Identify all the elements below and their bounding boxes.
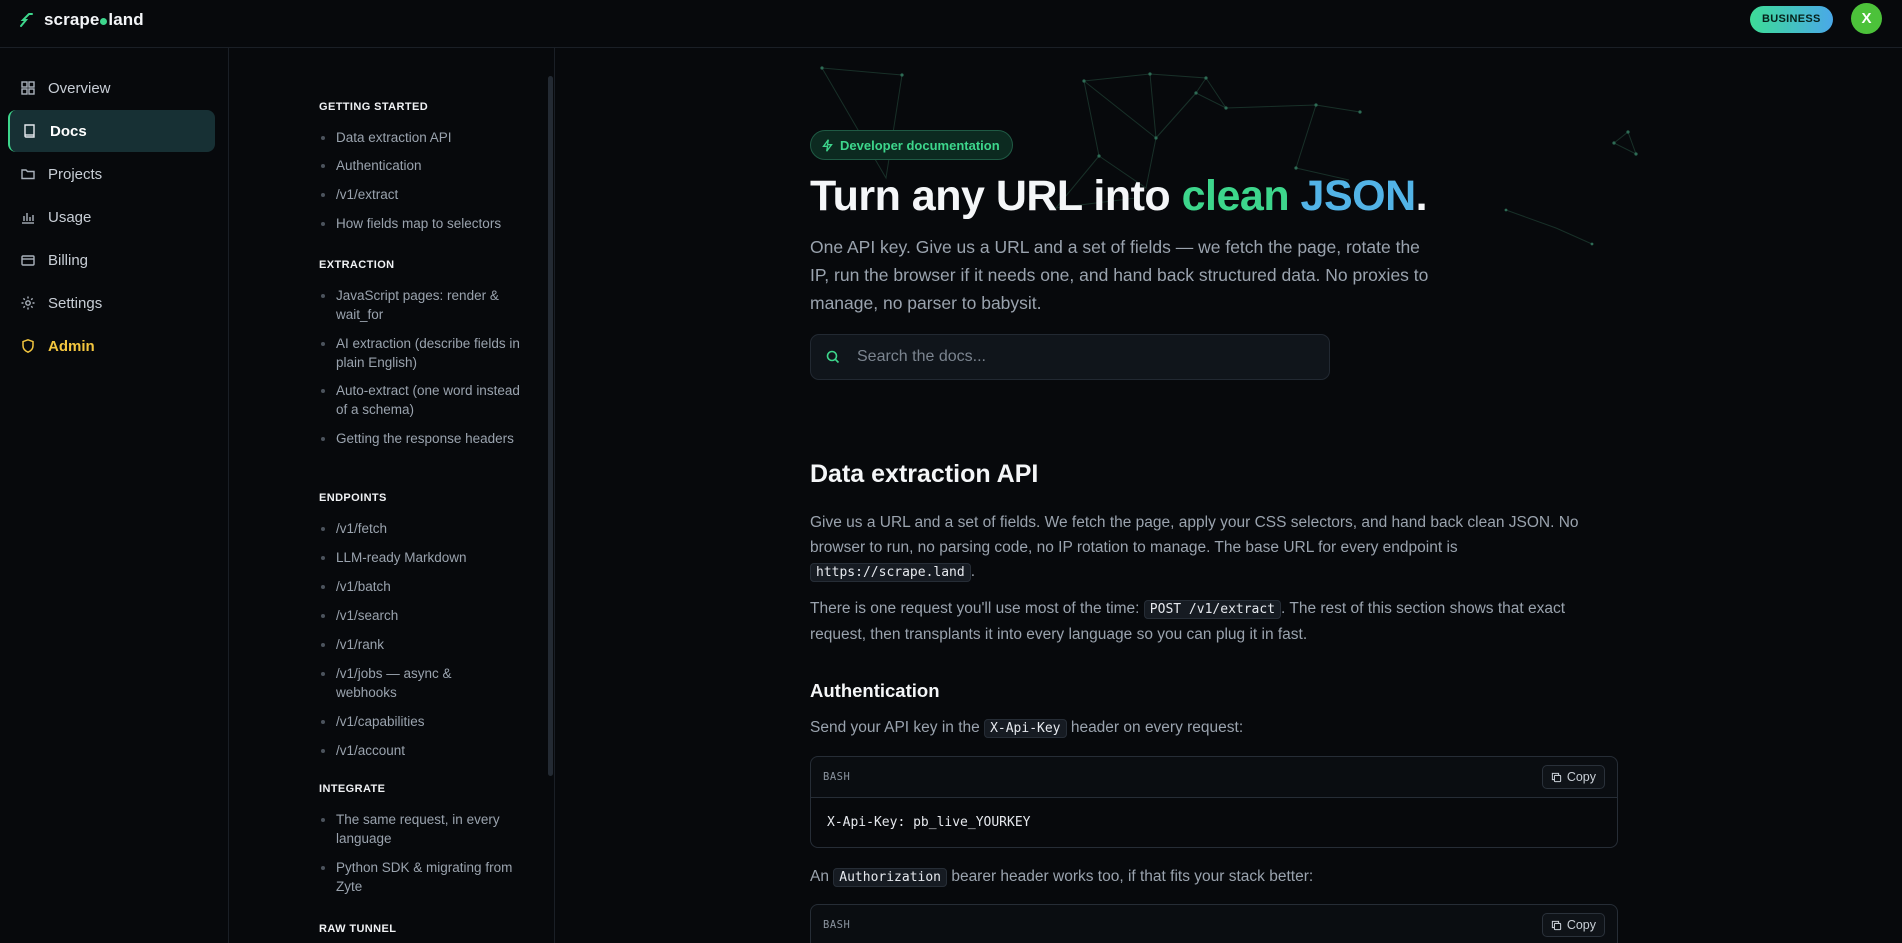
- shield-icon: [22, 339, 34, 354]
- text: Send your API key in the: [810, 719, 985, 736]
- search-input[interactable]: [857, 348, 1297, 366]
- gear-icon: [21, 296, 35, 310]
- bar-chart-icon: [22, 213, 34, 224]
- copy-icon: [1551, 772, 1561, 782]
- code-content: X-Api-Key: pb_live_YOURKEY: [811, 797, 1617, 847]
- toc-item[interactable]: /v1/account: [319, 741, 529, 760]
- brand-logo[interactable]: scrape land: [18, 10, 144, 30]
- sidebar-item-label: Admin: [48, 337, 95, 355]
- toc-item[interactable]: LLM-ready Markdown: [319, 548, 529, 567]
- sidebar-item-label: Docs: [50, 122, 87, 140]
- sidebar-item-admin[interactable]: Admin: [8, 325, 215, 367]
- inline-code: POST /v1/extract: [1143, 600, 1282, 619]
- search-icon: [826, 350, 840, 364]
- title-start: Turn any URL into: [810, 172, 1182, 220]
- toc-item[interactable]: Data extraction API: [319, 128, 529, 147]
- toc-item[interactable]: /v1/extract: [319, 185, 529, 204]
- code-block: BASH Copy: [810, 904, 1618, 943]
- code-block-header: BASH Copy: [811, 905, 1617, 943]
- sidebar-item-label: Projects: [48, 165, 103, 183]
- toc-item[interactable]: /v1/rank: [319, 635, 529, 654]
- sidebar-item-label: Overview: [48, 79, 111, 97]
- grid-icon: [21, 81, 35, 95]
- code-block-header: BASH Copy: [811, 757, 1617, 797]
- toc-item[interactable]: Python SDK & migrating from Zyte: [319, 858, 529, 896]
- book-icon: [24, 124, 35, 138]
- text: There is one request you'll use most of …: [810, 600, 1144, 617]
- user-avatar[interactable]: X: [1851, 3, 1882, 34]
- copy-label: Copy: [1566, 770, 1596, 784]
- brand-name: scrape land: [44, 10, 144, 30]
- toc-section-title: EXTRACTION: [319, 259, 395, 271]
- docs-badge: Developer documentation: [810, 130, 1013, 160]
- inline-code: Authorization: [833, 868, 948, 887]
- toc-item[interactable]: The same request, in every language: [319, 810, 529, 848]
- top-bar: scrape land BUSINESS X: [0, 0, 1902, 48]
- toc-section-title: GETTING STARTED: [319, 101, 429, 113]
- sidebar: Overview Docs Projects Usage Billing Set…: [0, 48, 229, 943]
- logo-mark-icon: [20, 13, 33, 27]
- toc-item[interactable]: Getting the response headers: [319, 429, 529, 448]
- brand-name-part1: scrape: [44, 10, 100, 29]
- sidebar-item-label: Billing: [48, 251, 89, 269]
- sidebar-item-label: Usage: [48, 208, 92, 226]
- copy-label: Copy: [1566, 918, 1596, 932]
- copy-button[interactable]: Copy: [1541, 765, 1605, 789]
- inline-code: X-Api-Key: [984, 719, 1067, 738]
- toc-scrollbar[interactable]: [548, 76, 553, 776]
- copy-icon: [1551, 920, 1561, 930]
- text: bearer header works too, if that fits yo…: [947, 868, 1314, 885]
- folder-icon: [21, 169, 35, 180]
- docs-toc: GETTING STARTED Data extraction API Auth…: [230, 48, 555, 943]
- sidebar-item-usage[interactable]: Usage: [8, 196, 215, 238]
- sidebar-item-overview[interactable]: Overview: [8, 67, 215, 109]
- toc-item[interactable]: Authentication: [319, 156, 529, 175]
- sidebar-item-projects[interactable]: Projects: [8, 153, 215, 195]
- toc-item[interactable]: /v1/jobs — async & webhooks: [319, 664, 469, 702]
- brand-name-part2: land: [108, 10, 144, 29]
- lightning-icon: [822, 138, 833, 152]
- sidebar-item-label: Settings: [48, 294, 103, 312]
- brand-dot: [100, 17, 108, 25]
- intro-paragraph: Give us a URL and a set of fields. We fe…: [810, 511, 1620, 586]
- title-end: .: [1415, 172, 1428, 220]
- toc-section-title: ENDPOINTS: [319, 492, 387, 504]
- sidebar-item-docs[interactable]: Docs: [8, 110, 215, 152]
- title-green: clean: [1181, 172, 1290, 220]
- title-blue: JSON: [1300, 172, 1417, 220]
- bearer-paragraph: An Authorization bearer header works too…: [810, 865, 1620, 891]
- sidebar-item-settings[interactable]: Settings: [8, 282, 215, 324]
- toc-item[interactable]: How fields map to selectors: [319, 214, 529, 233]
- request-paragraph: There is one request you'll use most of …: [810, 597, 1620, 647]
- text: Give us a URL and a set of fields. We fe…: [810, 514, 1579, 556]
- code-language: BASH: [823, 771, 851, 783]
- inline-code: https://scrape.land: [810, 563, 971, 582]
- sidebar-item-billing[interactable]: Billing: [8, 239, 215, 281]
- auth-paragraph: Send your API key in the X-Api-Key heade…: [810, 716, 1620, 742]
- code-language: BASH: [823, 919, 851, 931]
- toc-item[interactable]: /v1/batch: [319, 577, 529, 596]
- toc-item[interactable]: /v1/fetch: [319, 519, 529, 538]
- text: header on every request:: [1066, 719, 1244, 736]
- toc-item[interactable]: AI extraction (describe fields in plain …: [319, 334, 529, 372]
- page-title: Turn any URL into clean JSON.: [810, 172, 1428, 221]
- text: An: [810, 868, 834, 885]
- text: .: [970, 563, 976, 580]
- toc-section-title: INTEGRATE: [319, 783, 386, 795]
- docs-search[interactable]: [810, 334, 1330, 380]
- toc-item[interactable]: /v1/capabilities: [319, 712, 529, 731]
- toc-item[interactable]: JavaScript pages: render & wait_for: [319, 286, 529, 324]
- docs-badge-label: Developer documentation: [840, 137, 1000, 153]
- code-block: BASH Copy X-Api-Key: pb_live_YOURKEY: [810, 756, 1618, 848]
- docs-content: Developer documentation Turn any URL int…: [556, 48, 1902, 943]
- credit-card-icon: [21, 255, 35, 266]
- subsection-heading: Authentication: [810, 680, 940, 701]
- toc-item[interactable]: /v1/search: [319, 606, 529, 625]
- plan-badge[interactable]: BUSINESS: [1750, 6, 1833, 33]
- copy-button[interactable]: Copy: [1541, 913, 1605, 937]
- toc-item[interactable]: Auto-extract (one word instead of a sche…: [319, 381, 529, 419]
- toc-section-title: RAW TUNNEL: [319, 923, 397, 935]
- section-heading: Data extraction API: [810, 460, 1039, 488]
- hero-subtitle: One API key. Give us a URL and a set of …: [810, 237, 1429, 313]
